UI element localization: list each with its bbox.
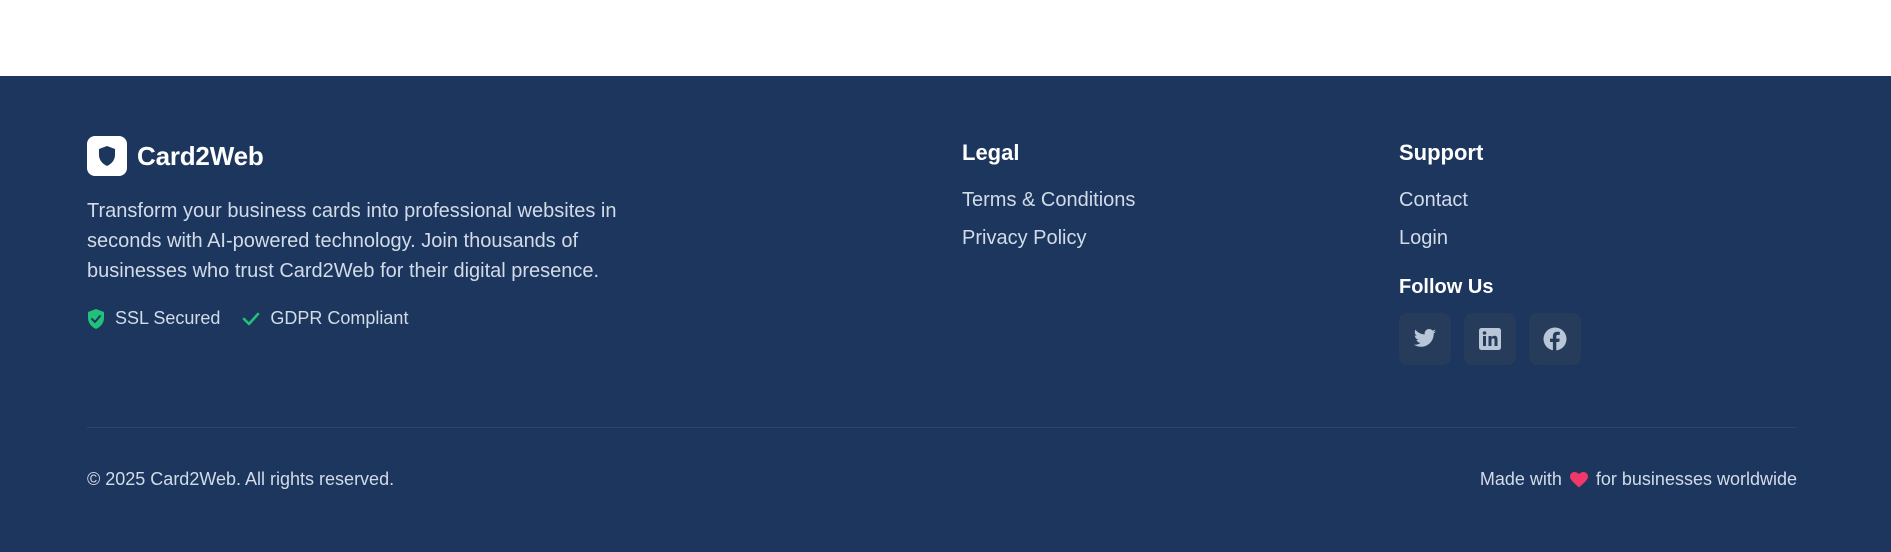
- brand-name: Card2Web: [137, 140, 264, 171]
- made-with-suffix: for businesses worldwide: [1595, 469, 1797, 489]
- twitter-icon: [1414, 329, 1436, 347]
- check-icon: [243, 312, 260, 325]
- ssl-badge: SSL Secured: [87, 308, 220, 329]
- facebook-button[interactable]: [1529, 313, 1581, 365]
- copyright-text: © 2025 Card2Web. All rights reserved.: [87, 469, 395, 489]
- trust-badges: SSL Secured GDPR Compliant: [87, 308, 667, 329]
- brand-logo-link[interactable]: Card2Web: [87, 136, 667, 176]
- gdpr-badge-label: GDPR Compliant: [270, 308, 409, 328]
- legal-column: Legal Terms & Conditions Privacy Policy: [962, 136, 1135, 252]
- login-link[interactable]: Login: [1399, 224, 1594, 252]
- follow-us-heading: Follow Us: [1399, 276, 1494, 298]
- page-top-blank: [0, 0, 1891, 76]
- made-with-prefix: Made with: [1479, 469, 1562, 489]
- gdpr-badge: GDPR Compliant: [242, 308, 408, 329]
- brand-column: Card2Web Transform your business cards i…: [87, 136, 667, 329]
- linkedin-icon: [1479, 328, 1501, 350]
- ssl-badge-label: SSL Secured: [115, 308, 221, 328]
- terms-link[interactable]: Terms & Conditions: [962, 186, 1135, 214]
- social-links: [1399, 313, 1594, 365]
- brand-description: Transform your business cards into profe…: [87, 200, 617, 282]
- linkedin-button[interactable]: [1464, 313, 1516, 365]
- support-column: Support Contact Login Follow Us: [1399, 136, 1594, 365]
- facebook-icon: [1543, 327, 1567, 351]
- footer-divider: [87, 427, 1797, 428]
- made-with-text: Made with for businesses worldwide: [1480, 469, 1797, 490]
- site-footer: Card2Web Transform your business cards i…: [0, 76, 1891, 552]
- shield-check-icon: [88, 308, 104, 329]
- support-heading: Support: [1399, 140, 1484, 165]
- logo-badge: [87, 136, 127, 176]
- shield-icon: [99, 146, 115, 166]
- heart-icon: [1569, 471, 1588, 487]
- privacy-link[interactable]: Privacy Policy: [962, 224, 1135, 252]
- twitter-button[interactable]: [1399, 313, 1451, 365]
- legal-heading: Legal: [962, 140, 1020, 165]
- contact-link[interactable]: Contact: [1399, 186, 1594, 214]
